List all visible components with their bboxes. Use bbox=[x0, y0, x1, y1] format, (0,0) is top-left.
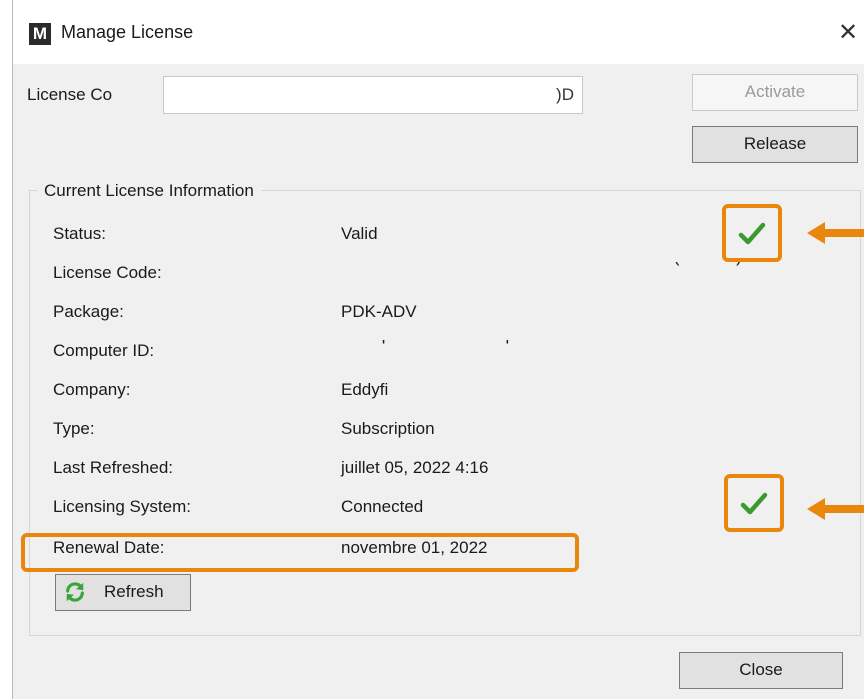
computer-id-label: Computer ID: bbox=[53, 341, 155, 360]
activate-button[interactable]: Activate bbox=[692, 74, 858, 111]
manage-license-window: M Manage License ✕ License Co )D Activat… bbox=[12, 0, 864, 699]
license-code-row-label: License Code: bbox=[53, 263, 162, 282]
license-code-row-text: 35155645-4480-4828-8514-45606856596D (In… bbox=[341, 262, 845, 271]
close-icon[interactable]: ✕ bbox=[833, 16, 863, 50]
refresh-icon bbox=[66, 582, 84, 602]
company-value: Eddyfi bbox=[341, 380, 389, 399]
last-refreshed-label: Last Refreshed: bbox=[53, 458, 174, 477]
status-arrow-icon bbox=[807, 222, 864, 244]
license-code-label: License Co bbox=[27, 85, 113, 104]
license-info-group-title: Current License Information bbox=[37, 181, 261, 201]
refresh-button[interactable]: Refresh bbox=[55, 574, 191, 611]
window-title: Manage License bbox=[61, 22, 194, 42]
app-logo-icon: M bbox=[29, 23, 51, 45]
license-code-row-value: 35155645-4480-4828-8514-45606856596D (In… bbox=[341, 262, 845, 273]
release-button[interactable]: Release bbox=[692, 126, 858, 163]
licensing-system-label: Licensing System: bbox=[53, 497, 191, 516]
checkmark-icon bbox=[738, 222, 766, 245]
type-value: Subscription bbox=[341, 419, 435, 438]
computer-id-text: C1alq/u2vbbVKGWKqTI2 bbox=[341, 340, 845, 349]
status-label: Status: bbox=[53, 224, 106, 243]
refresh-label: Refresh bbox=[104, 582, 164, 601]
last-refreshed-value: juillet 05, 2022 4:16 bbox=[341, 458, 489, 477]
license-code-input[interactable]: )D bbox=[163, 76, 583, 114]
checkmark-icon bbox=[740, 492, 768, 515]
package-value: PDK-ADV bbox=[341, 302, 417, 321]
close-button[interactable]: Close bbox=[679, 652, 843, 689]
licensing-system-value: Connected bbox=[341, 497, 424, 516]
title-bar: M Manage License ✕ bbox=[13, 0, 864, 64]
package-label: Package: bbox=[53, 302, 124, 321]
company-label: Company: bbox=[53, 380, 131, 399]
status-value: Valid bbox=[341, 224, 378, 243]
system-arrow-icon bbox=[807, 498, 864, 520]
type-label: Type: bbox=[53, 419, 95, 438]
computer-id-value: C1alq/u2vbbVKGWKqTI2 bbox=[341, 340, 845, 351]
renewal-date-highlight bbox=[21, 533, 579, 572]
